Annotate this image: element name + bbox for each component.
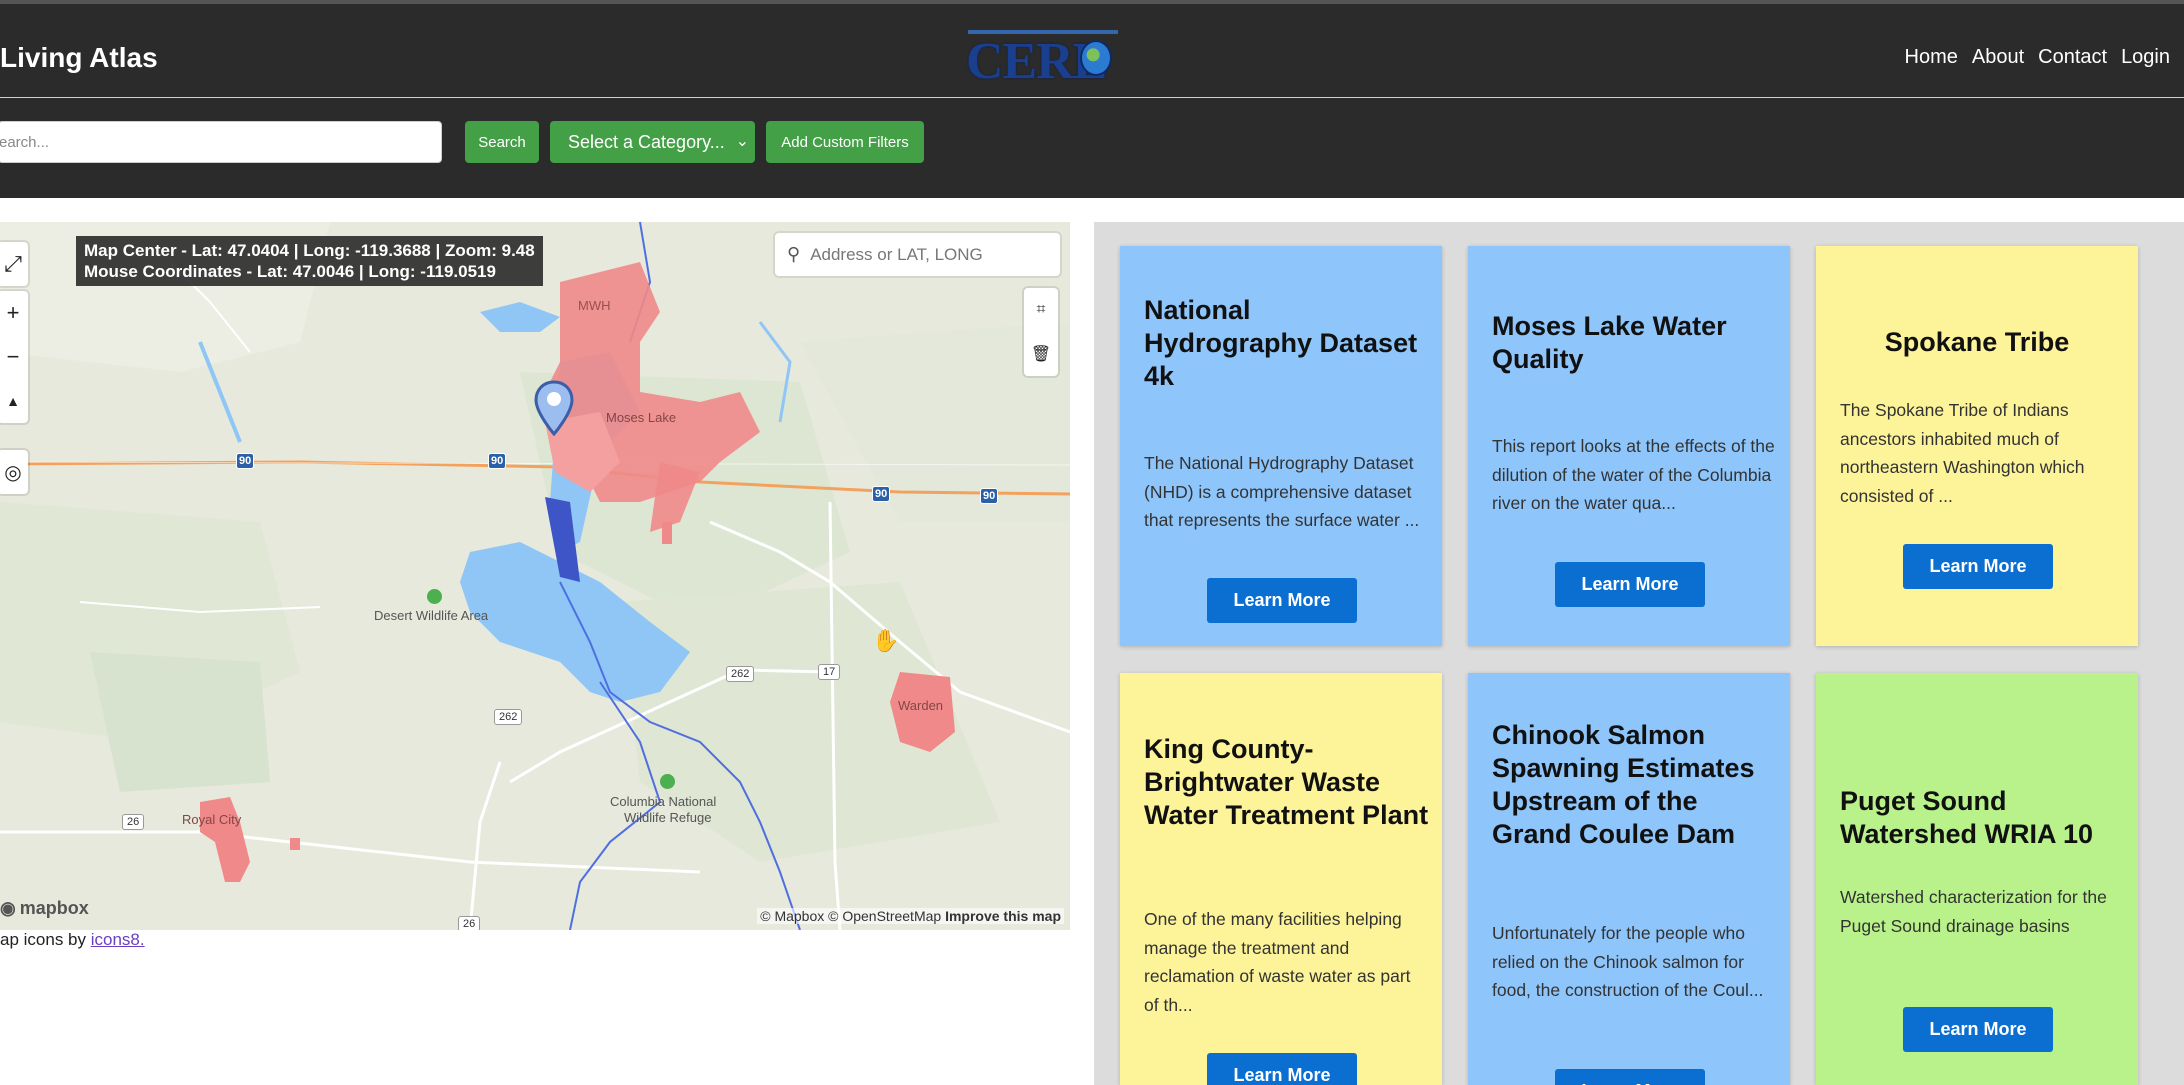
- card-description: The National Hydrography Dataset (NHD) i…: [1144, 453, 1420, 530]
- card-description: Watershed characterization for the Puget…: [1840, 887, 2107, 936]
- learn-more-button[interactable]: Learn More: [1903, 544, 2053, 589]
- state-route-shield: 262: [726, 666, 755, 682]
- interstate-shield: 90: [488, 453, 507, 469]
- zoom-control: + − ▲: [0, 291, 28, 423]
- dataset-card[interactable]: King County-Brightwater Waste Water Trea…: [1120, 673, 1442, 1085]
- card-title: Puget Sound Watershed WRIA 10: [1840, 786, 2094, 849]
- chevron-down-icon: ⌄: [735, 133, 749, 150]
- learn-more-button[interactable]: Learn More: [1207, 578, 1357, 623]
- learn-more-button[interactable]: Learn More: [1207, 1053, 1357, 1085]
- card-description: This report looks at the effects of the …: [1492, 436, 1775, 513]
- datasets-card-panel: National Hydrography Dataset 4k The Nati…: [1094, 222, 2184, 1085]
- learn-more-button[interactable]: Learn More: [1555, 1069, 1705, 1085]
- card-description: The Spokane Tribe of Indians ancestors i…: [1840, 400, 2085, 506]
- location-pin-icon[interactable]: [534, 380, 574, 436]
- add-custom-filters-button[interactable]: Add Custom Filters: [766, 121, 924, 163]
- compass-icon[interactable]: ▲: [0, 379, 28, 423]
- card-title: Chinook Salmon Spawning Estimates Upstre…: [1492, 720, 1755, 849]
- polygon-draw-icon[interactable]: ⌗: [1024, 288, 1058, 332]
- card-title: National Hydrography Dataset 4k: [1144, 295, 1418, 391]
- search-toolbar: Search Select a Category... ⌄ Add Custom…: [0, 97, 2184, 198]
- state-route-shield: 26: [458, 916, 481, 930]
- mapbox-logo-text: mapbox: [19, 898, 89, 918]
- dataset-card[interactable]: National Hydrography Dataset 4k The Nati…: [1120, 246, 1442, 646]
- mapbox-logo-icon: ◉: [0, 898, 16, 918]
- nav-home-link[interactable]: Home: [1905, 46, 1958, 69]
- zoom-out-icon[interactable]: −: [0, 335, 28, 379]
- fullscreen-icon[interactable]: ⤢: [0, 242, 28, 286]
- map-center-readout: Map Center - Lat: 47.0404 | Long: -119.3…: [84, 241, 535, 260]
- improve-map-link[interactable]: Improve this map: [945, 908, 1061, 924]
- mouse-coordinates-readout: Mouse Coordinates - Lat: 47.0046 | Long:…: [84, 262, 496, 281]
- card-description: One of the many facilities helping manag…: [1144, 909, 1411, 1015]
- main-nav: Home About Contact Login: [1905, 46, 2171, 69]
- dataset-card[interactable]: Spokane Tribe The Spokane Tribe of India…: [1816, 246, 2138, 646]
- icons8-link[interactable]: icons8.: [91, 930, 145, 949]
- geocoder-search[interactable]: ⚲ Address or LAT, LONG: [775, 233, 1060, 276]
- attribution-text[interactable]: © Mapbox © OpenStreetMap: [760, 908, 941, 924]
- label-columbia-refuge-2: Wildlife Refuge: [624, 810, 712, 825]
- trash-icon[interactable]: 🗑: [1024, 332, 1058, 376]
- top-navbar: Living Atlas CERE Home About Contact Log…: [0, 0, 2184, 97]
- draw-control: ⌗ 🗑: [1024, 288, 1058, 376]
- label-moses-lake: Moses Lake: [606, 410, 677, 425]
- site-brand[interactable]: Living Atlas: [0, 42, 158, 74]
- map-coordinates-readout: Map Center - Lat: 47.0404 | Long: -119.3…: [76, 236, 543, 286]
- state-route-shield: 262: [494, 709, 523, 725]
- map-canvas[interactable]: MWH Moses Lake Desert Wildlife Area Ward…: [0, 222, 1070, 930]
- icons-credit: ap icons by icons8.: [0, 930, 145, 950]
- park-icon: [427, 589, 442, 604]
- globe-icon: [1080, 40, 1112, 76]
- card-title: Moses Lake Water Quality: [1492, 311, 1727, 374]
- geolocate-icon[interactable]: ◎: [0, 450, 28, 494]
- zoom-in-icon[interactable]: +: [0, 291, 28, 335]
- geocoder-input[interactable]: Address or LAT, LONG: [810, 245, 983, 265]
- label-warden: Warden: [898, 698, 944, 713]
- label-columbia-refuge: Columbia National: [610, 794, 717, 809]
- dataset-card[interactable]: Chinook Salmon Spawning Estimates Upstre…: [1468, 673, 1790, 1085]
- interstate-shield: 90: [872, 486, 891, 502]
- dataset-card[interactable]: Moses Lake Water Quality This report loo…: [1468, 246, 1790, 646]
- interstate-shield: 90: [980, 488, 999, 504]
- label-desert-wildlife-area: Desert Wildlife Area: [374, 608, 489, 623]
- learn-more-button[interactable]: Learn More: [1903, 1007, 2053, 1052]
- fullscreen-control: ⤢: [0, 242, 28, 286]
- cereo-logo[interactable]: CERE: [962, 26, 1126, 92]
- label-royal-city: Royal City: [182, 812, 242, 827]
- nav-contact-link[interactable]: Contact: [2038, 46, 2107, 69]
- label-mwh: MWH: [578, 298, 611, 313]
- search-icon: ⚲: [787, 244, 801, 264]
- interstate-shield: 90: [236, 453, 255, 469]
- icons-credit-text: ap icons by: [0, 930, 91, 949]
- card-title: Spokane Tribe: [1884, 327, 2070, 357]
- map-basemap: [0, 222, 1070, 930]
- mapbox-logo[interactable]: ◉ mapbox: [0, 898, 89, 919]
- search-button[interactable]: Search: [465, 121, 539, 163]
- nav-login-link[interactable]: Login: [2121, 46, 2170, 69]
- map-attribution: © Mapbox © OpenStreetMap Improve this ma…: [757, 908, 1064, 924]
- card-description: Unfortunately for the people who relied …: [1492, 923, 1764, 1000]
- learn-more-button[interactable]: Learn More: [1555, 562, 1705, 607]
- state-route-shield: 17: [818, 664, 841, 680]
- hand-cursor-icon: ✋: [872, 628, 900, 653]
- nav-about-link[interactable]: About: [1972, 46, 2024, 69]
- state-route-shield: 26: [122, 814, 145, 830]
- dataset-card[interactable]: Puget Sound Watershed WRIA 10 Watershed …: [1816, 673, 2138, 1085]
- geolocate-control: ◎: [0, 450, 28, 494]
- search-input[interactable]: [0, 121, 442, 163]
- category-select[interactable]: Select a Category... ⌄: [550, 121, 755, 163]
- category-select-label: Select a Category...: [568, 131, 725, 152]
- park-icon: [660, 774, 675, 789]
- card-title: King County-Brightwater Waste Water Trea…: [1144, 734, 1429, 830]
